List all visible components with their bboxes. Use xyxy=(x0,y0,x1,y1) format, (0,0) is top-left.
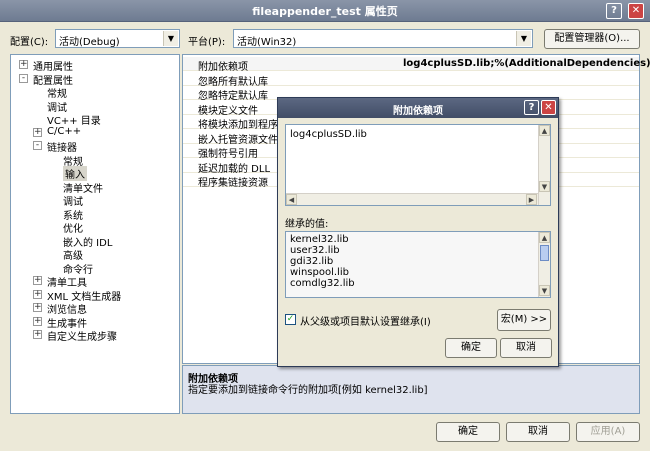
dialog-title-bar: 附加依赖项 ? ✕ xyxy=(278,98,558,118)
platform-select[interactable]: 活动(Win32) ▼ xyxy=(233,29,533,48)
tree-item[interactable]: C/C++ xyxy=(47,126,81,137)
description-panel: 附加依赖项 指定要添加到链接命令行的附加项[例如 kernel32.lib] xyxy=(182,365,640,414)
scroll-up-icon[interactable]: ▲ xyxy=(539,125,550,136)
scroll-left-icon[interactable]: ◀ xyxy=(286,194,297,205)
chevron-down-icon: ▼ xyxy=(516,31,531,46)
dependencies-textarea[interactable]: log4cplusSD.lib ▲ ▼ ◀ ▶ xyxy=(285,124,551,206)
dialog-cancel-button[interactable]: 取消 xyxy=(500,338,552,358)
inherited-label: 继承的值: xyxy=(285,219,329,230)
scroll-down-icon[interactable]: ▼ xyxy=(539,181,550,192)
expand-icon[interactable]: + xyxy=(19,60,28,69)
inherited-item: user32.lib xyxy=(290,245,340,256)
config-manager-button[interactable]: 配置管理器(O)... xyxy=(544,29,640,49)
inherited-item: comdlg32.lib xyxy=(290,278,355,289)
inherited-item: kernel32.lib xyxy=(290,234,349,245)
inherited-scrollbar[interactable]: ▲ ▼ xyxy=(538,232,550,297)
dialog-close-button[interactable]: ✕ xyxy=(541,100,556,115)
edit-horizontal-scrollbar[interactable]: ◀ ▶ xyxy=(286,193,538,205)
platform-label: 平台(P): xyxy=(188,37,226,48)
inherited-item: gdi32.lib xyxy=(290,256,334,267)
expand-icon[interactable]: + xyxy=(33,276,42,285)
edit-vertical-scrollbar[interactable]: ▲ ▼ xyxy=(538,125,550,205)
config-label: 配置(C): xyxy=(10,37,49,48)
ok-button[interactable]: 确定 xyxy=(436,422,500,442)
dialog-ok-button[interactable]: 确定 xyxy=(445,338,497,358)
property-name: 程序集链接资源 xyxy=(198,178,268,189)
apply-button[interactable]: 应用(A) xyxy=(576,422,640,442)
collapse-icon[interactable]: - xyxy=(33,141,42,150)
scroll-down-icon[interactable]: ▼ xyxy=(539,285,550,296)
description-text: 指定要添加到链接命令行的附加项[例如 kernel32.lib] xyxy=(188,385,428,396)
help-button[interactable]: ? xyxy=(606,3,622,19)
config-value: 活动(Debug) xyxy=(59,37,120,48)
expand-icon[interactable]: + xyxy=(33,330,42,339)
additional-dependencies-dialog: 附加依赖项 ? ✕ log4cplusSD.lib ▲ ▼ ◀ ▶ 继承的值: … xyxy=(277,97,559,367)
property-row[interactable]: 忽略所有默认库 xyxy=(183,72,639,88)
close-button[interactable]: ✕ xyxy=(628,3,644,19)
tree-item[interactable]: 自定义生成步骤 xyxy=(47,328,117,343)
inherit-checkbox[interactable]: ✓ xyxy=(285,314,296,325)
dependencies-value: log4cplusSD.lib xyxy=(290,129,367,140)
collapse-icon[interactable]: - xyxy=(19,73,28,83)
chevron-down-icon: ▼ xyxy=(163,31,178,46)
expand-icon[interactable]: + xyxy=(33,303,42,312)
property-row[interactable]: 附加依赖项 log4cplusSD.lib;%(AdditionalDepende… xyxy=(183,57,650,73)
cancel-button[interactable]: 取消 xyxy=(506,422,570,442)
platform-value: 活动(Win32) xyxy=(237,37,297,48)
macro-button[interactable]: 宏(M) >> xyxy=(497,309,551,331)
dialog-help-button[interactable]: ? xyxy=(524,100,539,115)
scroll-right-icon[interactable]: ▶ xyxy=(526,194,537,205)
inherited-list: ▲ ▼ kernel32.lib user32.lib gdi32.lib winsp… xyxy=(285,231,551,298)
expand-icon[interactable]: + xyxy=(33,127,42,137)
property-tree[interactable]: + 通用属性 - 配置属性 常规 调试 VC++ 目录 + C/C++ - 链接器 常规 输入 清单文件调… xyxy=(10,54,180,414)
inherit-checkbox-label: 从父级或项目默认设置继承(I) xyxy=(300,317,431,328)
title-bar: fileappender_test 属性页 ? ✕ xyxy=(0,0,650,22)
expand-icon[interactable]: + xyxy=(33,316,42,326)
window-title: fileappender_test 属性页 xyxy=(252,5,398,18)
inherited-item: winspool.lib xyxy=(290,267,349,278)
dialog-title: 附加依赖项 xyxy=(393,106,443,117)
expand-icon[interactable]: + xyxy=(33,289,42,299)
scroll-up-icon[interactable]: ▲ xyxy=(539,232,550,243)
scroll-thumb[interactable] xyxy=(540,245,549,261)
property-value: log4cplusSD.lib;%(AdditionalDependencies… xyxy=(403,58,650,69)
config-select[interactable]: 活动(Debug) ▼ xyxy=(55,29,180,48)
